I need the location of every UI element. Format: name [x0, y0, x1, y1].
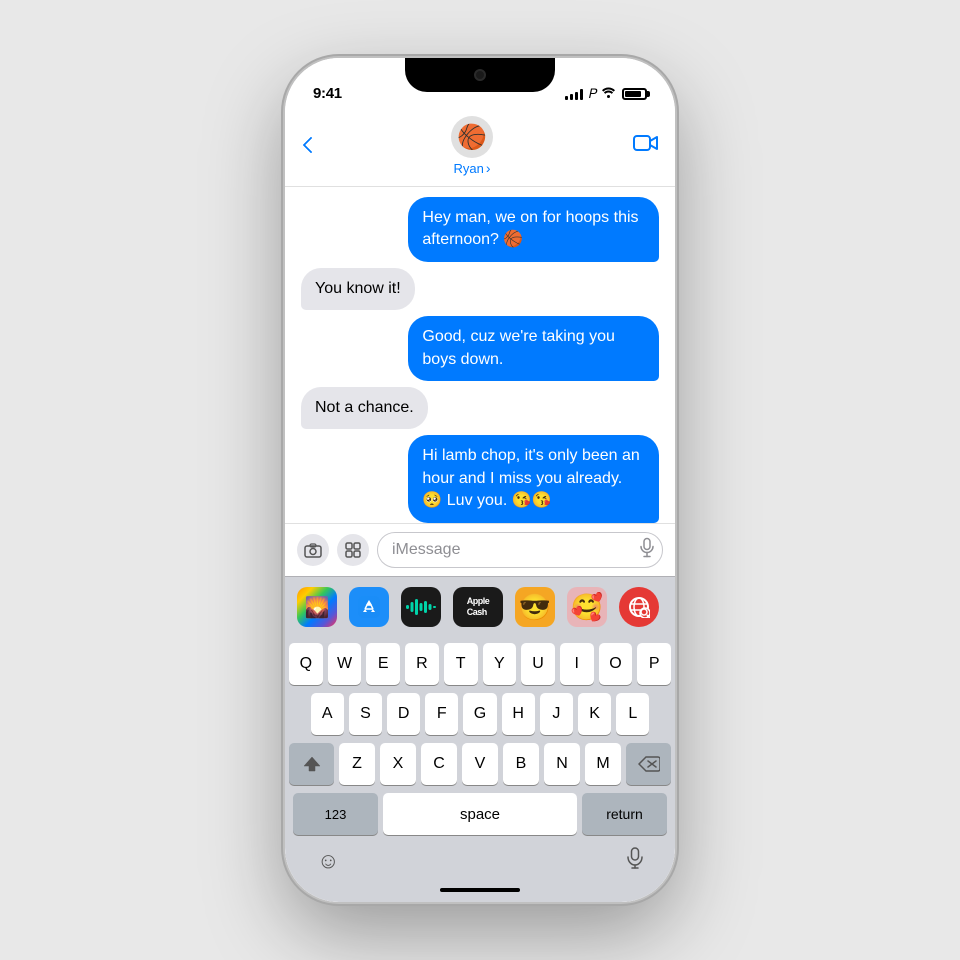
- key-y[interactable]: Y: [483, 643, 517, 685]
- num-key[interactable]: 123: [293, 793, 378, 835]
- key-p[interactable]: P: [637, 643, 671, 685]
- keyboard-row-1: Q W E R T Y U I O P: [289, 643, 671, 685]
- mic-button[interactable]: [627, 847, 643, 874]
- message-row: Good, cuz we're taking you boys down.: [301, 316, 659, 381]
- key-l[interactable]: L: [616, 693, 649, 735]
- key-o[interactable]: O: [599, 643, 633, 685]
- avatar: 🏀: [451, 116, 493, 158]
- key-h[interactable]: H: [502, 693, 535, 735]
- key-e[interactable]: E: [366, 643, 400, 685]
- key-g[interactable]: G: [463, 693, 496, 735]
- notch: [405, 58, 555, 92]
- message-row: Hi lamb chop, it's only been an hour and…: [301, 435, 659, 522]
- memoji1-app[interactable]: 😎: [515, 587, 555, 627]
- signal-bars-icon: [565, 88, 583, 100]
- key-j[interactable]: J: [540, 693, 573, 735]
- appstore-app[interactable]: [349, 587, 389, 627]
- sent-bubble: Hi lamb chop, it's only been an hour and…: [408, 435, 659, 522]
- key-w[interactable]: W: [328, 643, 362, 685]
- video-call-button[interactable]: [633, 133, 659, 159]
- key-x[interactable]: X: [380, 743, 416, 785]
- key-s[interactable]: S: [349, 693, 382, 735]
- keyboard-bottom-bar: ☺: [285, 843, 675, 882]
- key-d[interactable]: D: [387, 693, 420, 735]
- sent-bubble: Hey man, we on for hoops this afternoon?…: [408, 197, 659, 262]
- key-c[interactable]: C: [421, 743, 457, 785]
- key-u[interactable]: U: [521, 643, 555, 685]
- key-r[interactable]: R: [405, 643, 439, 685]
- contact-info[interactable]: 🏀 Ryan: [451, 116, 493, 176]
- back-chevron-icon: [301, 137, 311, 155]
- front-camera: [474, 69, 486, 81]
- back-button[interactable]: [301, 137, 311, 155]
- contact-name: Ryan: [453, 160, 490, 176]
- key-z[interactable]: Z: [339, 743, 375, 785]
- shift-key[interactable]: [289, 743, 334, 785]
- message-placeholder: iMessage: [392, 541, 460, 559]
- backspace-key[interactable]: [626, 743, 671, 785]
- sent-bubble: Good, cuz we're taking you boys down.: [408, 316, 659, 381]
- keyboard-row-2: A S D F G H J K L: [289, 693, 671, 735]
- keyboard-bottom-row: 123 space return: [289, 793, 671, 843]
- key-v[interactable]: V: [462, 743, 498, 785]
- message-input-field[interactable]: iMessage: [377, 532, 663, 568]
- key-n[interactable]: N: [544, 743, 580, 785]
- emoji-button[interactable]: ☺: [317, 848, 339, 874]
- keyboard: Q W E R T Y U I O P A S D F G H J: [285, 635, 675, 843]
- chat-area: Hey man, we on for hoops this afternoon?…: [285, 187, 675, 523]
- mic-icon: [640, 538, 654, 563]
- phone-shell: 9:41 𝛲: [285, 58, 675, 902]
- message-row: Not a chance.: [301, 387, 659, 429]
- key-i[interactable]: I: [560, 643, 594, 685]
- message-row: You know it!: [301, 268, 659, 310]
- photos-app[interactable]: 🌄: [297, 587, 337, 627]
- apple-cash-app[interactable]: AppleCash: [453, 587, 503, 627]
- key-k[interactable]: K: [578, 693, 611, 735]
- received-bubble: Not a chance.: [301, 387, 428, 429]
- messages-header: 🏀 Ryan: [285, 108, 675, 187]
- received-bubble: You know it!: [301, 268, 415, 310]
- audio-app[interactable]: [401, 587, 441, 627]
- wifi-icon: 𝛲: [589, 86, 616, 102]
- space-key[interactable]: space: [383, 793, 577, 835]
- return-key[interactable]: return: [582, 793, 667, 835]
- camera-button[interactable]: [297, 534, 329, 566]
- key-m[interactable]: M: [585, 743, 621, 785]
- home-indicator-area: [285, 882, 675, 902]
- key-a[interactable]: A: [311, 693, 344, 735]
- home-indicator: [440, 888, 520, 892]
- app-drawer: 🌄: [285, 576, 675, 635]
- key-q[interactable]: Q: [289, 643, 323, 685]
- status-icons: 𝛲: [565, 86, 647, 102]
- status-time: 9:41: [313, 85, 342, 102]
- apps-button[interactable]: [337, 534, 369, 566]
- status-bar: 9:41 𝛲: [285, 58, 675, 108]
- message-row: Hey man, we on for hoops this afternoon?…: [301, 197, 659, 262]
- battery-icon: [622, 88, 647, 100]
- key-t[interactable]: T: [444, 643, 478, 685]
- search-app[interactable]: [619, 587, 659, 627]
- memoji2-app[interactable]: 🥰: [567, 587, 607, 627]
- key-f[interactable]: F: [425, 693, 458, 735]
- input-bar: iMessage: [285, 523, 675, 576]
- key-b[interactable]: B: [503, 743, 539, 785]
- screen: 9:41 𝛲: [285, 58, 675, 902]
- keyboard-row-3: Z X C V B N M: [289, 743, 671, 785]
